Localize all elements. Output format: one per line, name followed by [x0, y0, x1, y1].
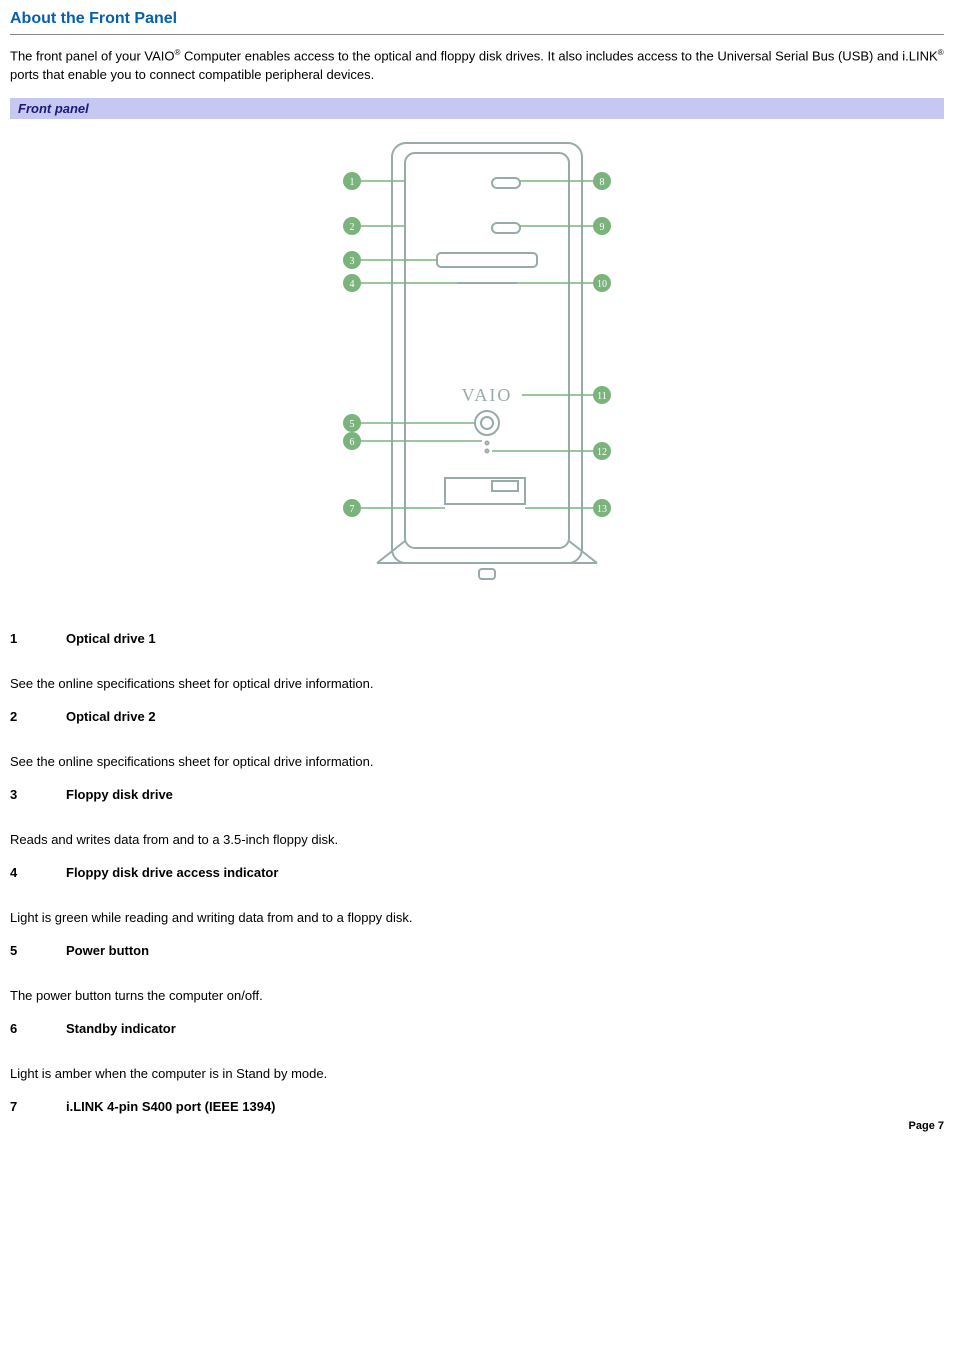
vaio-logo: VAIO [462, 385, 513, 405]
item-label: Power button [66, 943, 149, 958]
item-row-6: 6 Standby indicator [10, 1021, 944, 1036]
item-number: 4 [10, 865, 66, 880]
item-number: 7 [10, 1099, 66, 1114]
item-number: 2 [10, 709, 66, 724]
intro-paragraph: The front panel of your VAIO ® Computer e… [10, 47, 944, 84]
callout-1: 1 [350, 177, 355, 188]
figure-container: VAIO 1 2 3 4 5 6 7 [10, 119, 944, 613]
item-label: Optical drive 1 [66, 631, 156, 646]
callout-2: 2 [350, 222, 355, 233]
title-rule [10, 34, 944, 35]
item-number: 5 [10, 943, 66, 958]
figure-caption: Front panel [10, 98, 944, 119]
item-label: Optical drive 2 [66, 709, 156, 724]
front-panel-diagram: VAIO 1 2 3 4 5 6 7 [297, 123, 657, 593]
page-number: Page 7 [909, 1120, 944, 1132]
item-row-5: 5 Power button [10, 943, 944, 958]
callout-13: 13 [597, 504, 607, 515]
item-desc-4: Light is green while reading and writing… [10, 910, 944, 925]
item-row-3: 3 Floppy disk drive [10, 787, 944, 802]
intro-text-a: The front panel of your VAIO [10, 48, 175, 63]
intro-text-c: ports that enable you to connect compati… [10, 67, 374, 82]
page-title: About the Front Panel [10, 10, 944, 28]
callout-10: 10 [597, 279, 607, 290]
item-number: 3 [10, 787, 66, 802]
callout-6: 6 [350, 437, 355, 448]
item-desc-6: Light is amber when the computer is in S… [10, 1066, 944, 1081]
callout-8: 8 [600, 177, 605, 188]
callout-3: 3 [350, 256, 355, 267]
reg-mark-2: ® [938, 48, 944, 57]
callout-11: 11 [597, 391, 607, 402]
item-row-7: 7 i.LINK 4-pin S400 port (IEEE 1394) [10, 1099, 944, 1114]
item-desc-2: See the online specifications sheet for … [10, 754, 944, 769]
item-label: Floppy disk drive [66, 787, 173, 802]
page-footer: Page 7 [10, 1120, 944, 1132]
item-number: 1 [10, 631, 66, 646]
item-row-2: 2 Optical drive 2 [10, 709, 944, 724]
item-label: Floppy disk drive access indicator [66, 865, 278, 880]
item-row-4: 4 Floppy disk drive access indicator [10, 865, 944, 880]
item-desc-1: See the online specifications sheet for … [10, 676, 944, 691]
callout-5: 5 [350, 419, 355, 430]
item-desc-3: Reads and writes data from and to a 3.5-… [10, 832, 944, 847]
item-number: 6 [10, 1021, 66, 1036]
callout-12: 12 [597, 447, 607, 458]
item-desc-5: The power button turns the computer on/o… [10, 988, 944, 1003]
callout-4: 4 [350, 279, 355, 290]
callout-9: 9 [600, 222, 605, 233]
item-label: i.LINK 4-pin S400 port (IEEE 1394) [66, 1099, 276, 1114]
callout-7: 7 [350, 504, 355, 515]
item-label: Standby indicator [66, 1021, 176, 1036]
intro-text-b: Computer enables access to the optical a… [180, 48, 937, 63]
item-row-1: 1 Optical drive 1 [10, 631, 944, 646]
